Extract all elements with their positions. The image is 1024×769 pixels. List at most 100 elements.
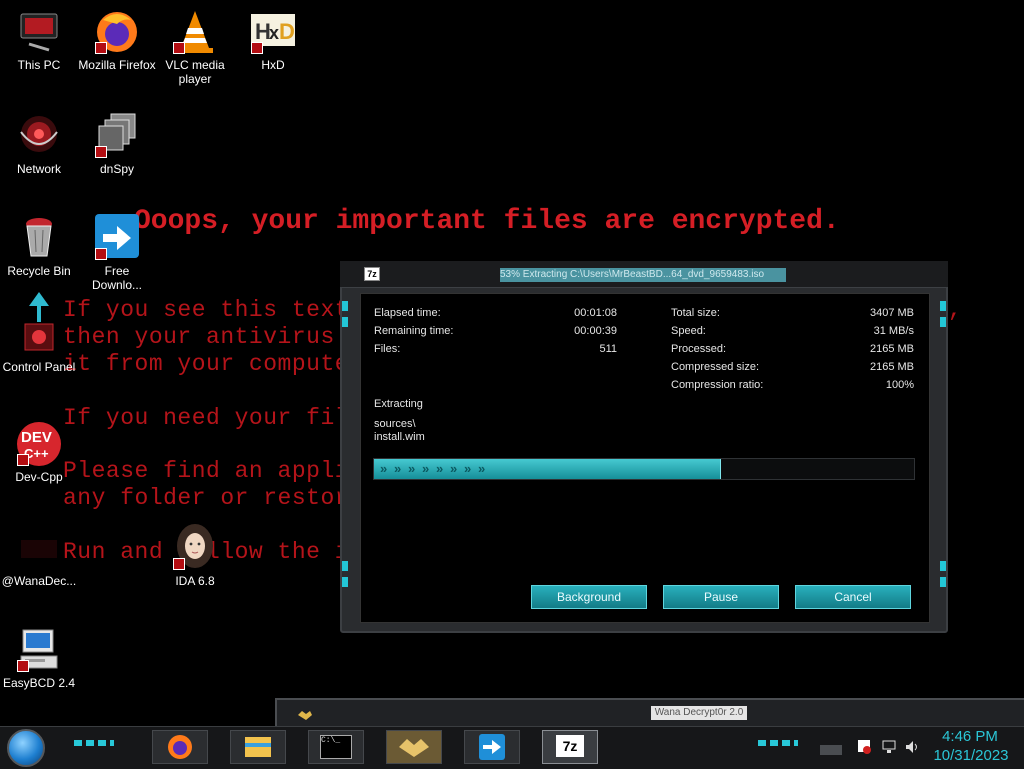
speed-value: 31 MB/s bbox=[873, 325, 914, 337]
handshake-icon bbox=[399, 739, 429, 757]
ida-icon bbox=[171, 524, 219, 572]
command-prompt-icon: C:\_ bbox=[320, 735, 352, 759]
desktop-icon-hxd[interactable]: HxD HxD bbox=[234, 8, 312, 72]
shortcut-arrow-icon bbox=[17, 454, 29, 466]
network-icon bbox=[15, 112, 63, 160]
hxd-icon: HxD bbox=[249, 8, 297, 56]
ransom-line-4: If you need your fil bbox=[63, 405, 350, 431]
clock-date[interactable]: 10/31/2023 bbox=[926, 747, 1016, 764]
dev-cpp-icon: DEV C++ bbox=[15, 420, 63, 468]
window-title: 53% Extracting C:\Users\MrBeastBD...64_d… bbox=[500, 268, 786, 282]
taskbar-firefox[interactable] bbox=[152, 730, 208, 764]
compressed-size-value: 2165 MB bbox=[869, 361, 914, 373]
handshake-icon[interactable] bbox=[297, 708, 313, 720]
speed-label: Speed: bbox=[671, 325, 706, 337]
desktop-icon-free-download[interactable]: Free Downlo... bbox=[78, 214, 156, 292]
taskbar-file-explorer[interactable] bbox=[230, 730, 286, 764]
status-label: Extracting bbox=[374, 398, 423, 410]
ransom-line-1: If you see this text bbox=[63, 297, 350, 323]
desktop-icon-label: HxD bbox=[261, 58, 285, 72]
progress-chevron: » bbox=[450, 461, 458, 476]
desktop-icon-label: IDA 6.8 bbox=[175, 574, 215, 588]
desktop-icon-easybcd[interactable]: EasyBCD 2.4 bbox=[0, 626, 78, 690]
pause-button[interactable]: Pause bbox=[663, 585, 779, 609]
shortcut-arrow-icon bbox=[17, 660, 29, 672]
desktop-icon-firefox[interactable]: Mozilla Firefox bbox=[78, 8, 156, 72]
title-bar[interactable]: 7z 53% Extracting C:\Users\MrBeastBD...6… bbox=[340, 261, 948, 288]
frame-accent bbox=[940, 577, 946, 587]
svg-text:x: x bbox=[269, 23, 279, 43]
desktop-icon-label: EasyBCD 2.4 bbox=[2, 676, 76, 690]
desktop-icon-this-pc[interactable]: This PC bbox=[0, 8, 78, 72]
shortcut-arrow-icon bbox=[173, 558, 185, 570]
files-label: Files: bbox=[374, 343, 401, 355]
desktop-icon-dev-cpp[interactable]: DEV C++ Dev-Cpp bbox=[0, 420, 78, 484]
taskbar-wanadecryptor[interactable] bbox=[386, 730, 442, 764]
frame-accent bbox=[940, 561, 946, 571]
wanadecryptor-icon bbox=[15, 524, 63, 572]
ransom-line-tail: , bbox=[948, 297, 963, 323]
desktop-icon-label: This PC bbox=[17, 58, 61, 72]
desktop-icon-dnspy[interactable]: dnSpy bbox=[78, 112, 156, 176]
dnspy-icon bbox=[93, 112, 141, 160]
taskbar-accent bbox=[74, 740, 114, 746]
frame-accent bbox=[940, 301, 946, 311]
vlc-icon bbox=[171, 8, 219, 56]
control-panel-icon bbox=[15, 292, 63, 358]
extract-progress-window[interactable]: 7z 53% Extracting C:\Users\MrBeastBD...6… bbox=[340, 261, 948, 633]
current-path: sources\ bbox=[374, 418, 416, 430]
desktop-icon-network[interactable]: Network bbox=[0, 112, 78, 176]
background-button[interactable]: Background bbox=[531, 585, 647, 609]
frame-accent bbox=[940, 317, 946, 327]
desktop-icon-label: @WanaDec... bbox=[1, 574, 77, 588]
taskbar-free-download[interactable] bbox=[464, 730, 520, 764]
free-download-icon bbox=[479, 734, 505, 760]
files-value: 511 bbox=[599, 343, 617, 355]
desktop-icon-control-panel[interactable]: Control Panel bbox=[0, 292, 78, 374]
action-center-icon[interactable] bbox=[858, 740, 872, 757]
desktop-icon-label: Network bbox=[16, 162, 61, 176]
desktop-icon-vlc[interactable]: VLC media player bbox=[156, 8, 234, 86]
free-download-icon bbox=[93, 214, 141, 262]
svg-text:DEV: DEV bbox=[21, 429, 52, 446]
firefox-icon bbox=[168, 735, 192, 759]
progress-chevron: » bbox=[394, 461, 402, 476]
taskbar-7zip[interactable]: 7z bbox=[542, 730, 598, 764]
clock-time[interactable]: 4:46 PM bbox=[932, 728, 1008, 745]
taskbar-command-prompt[interactable]: C:\_ bbox=[308, 730, 364, 764]
frame-accent bbox=[342, 577, 348, 587]
remaining-time-value: 00:00:39 bbox=[574, 325, 617, 337]
shortcut-arrow-icon bbox=[95, 248, 107, 260]
compressed-size-label: Compressed size: bbox=[671, 361, 760, 373]
desktop-icon-recycle-bin[interactable]: Recycle Bin bbox=[0, 214, 78, 278]
processed-value: 2165 MB bbox=[869, 343, 914, 355]
shortcut-arrow-icon bbox=[251, 42, 263, 54]
desktop-icon-label: Dev-Cpp bbox=[15, 470, 63, 484]
ransom-headline: Ooops, your important files are encrypte… bbox=[134, 206, 840, 237]
desktop-icon-label: Free Downlo... bbox=[91, 264, 143, 292]
desktop-icon-label: Mozilla Firefox bbox=[78, 58, 156, 72]
7zip-icon[interactable]: 7z bbox=[364, 267, 380, 281]
progress-chevron: » bbox=[464, 461, 472, 476]
volume-icon[interactable] bbox=[905, 740, 919, 757]
progress-chevron: » bbox=[408, 461, 416, 476]
recycle-bin-icon bbox=[15, 214, 63, 262]
ransom-line-2: then your antivirus bbox=[63, 324, 335, 350]
desktop-icon-ida[interactable]: IDA 6.8 bbox=[156, 524, 234, 588]
elapsed-time-value: 00:01:08 bbox=[574, 307, 617, 319]
desktop-icon-label: Recycle Bin bbox=[7, 264, 71, 278]
processed-label: Processed: bbox=[671, 343, 727, 355]
desktop-icon-label: Control Panel bbox=[2, 360, 76, 374]
network-tray-icon[interactable] bbox=[882, 740, 896, 757]
ransom-line-3: it from your compute bbox=[63, 351, 350, 377]
cancel-button[interactable]: Cancel bbox=[795, 585, 911, 609]
start-button[interactable] bbox=[7, 729, 45, 767]
frame-accent bbox=[342, 317, 348, 327]
progress-chevron: » bbox=[422, 461, 430, 476]
remaining-time-label: Remaining time: bbox=[374, 325, 454, 337]
desktop-icon-wanadecryptor[interactable]: @WanaDec... bbox=[0, 524, 78, 588]
taskbar-accent bbox=[758, 740, 798, 746]
shortcut-arrow-icon bbox=[95, 42, 107, 54]
compression-ratio-value: 100% bbox=[885, 379, 914, 391]
firefox-icon bbox=[93, 8, 141, 56]
